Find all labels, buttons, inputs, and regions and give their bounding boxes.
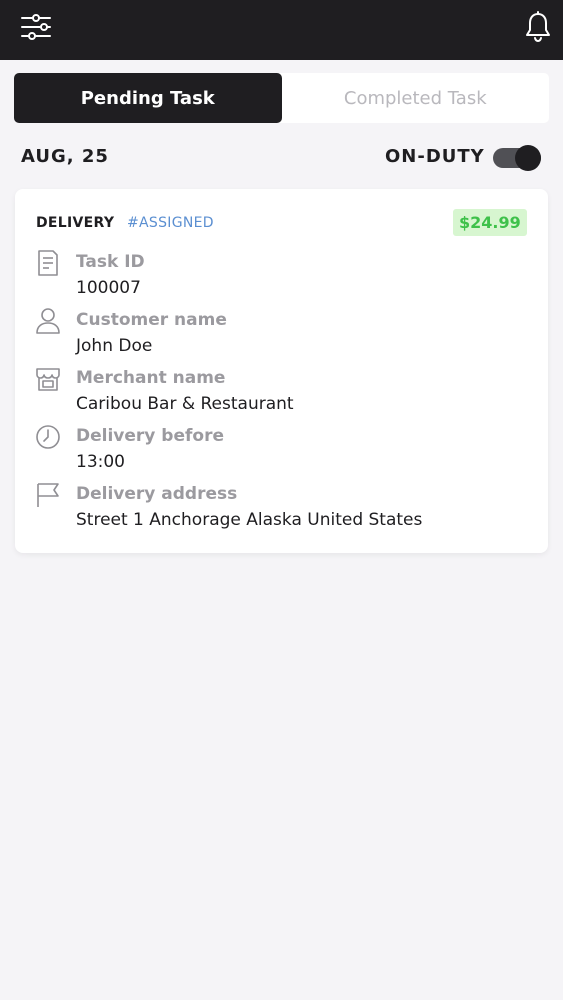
flag-icon [35,481,61,509]
clock-icon [35,423,61,451]
document-icon [35,249,61,277]
tab-completed-label: Completed Task [343,87,487,109]
task-price-badge: $24.99 [453,209,527,236]
delivery-before-label: Delivery before [76,426,224,446]
notifications-bell-icon[interactable] [524,11,552,43]
merchant-name-label: Merchant name [76,368,226,388]
merchant-name-value: Caribou Bar & Restaurant [76,394,294,414]
task-id-value: 100007 [76,278,141,298]
duty-status-label: ON-DUTY [385,146,485,167]
customer-row: Customer name John Doe [15,307,548,363]
delivery-address-row: Delivery address Street 1 Anchorage Alas… [15,481,548,537]
store-icon [35,365,61,393]
top-app-bar [0,0,563,60]
tab-pending-label: Pending Task [80,87,215,109]
user-icon [35,307,61,335]
filter-icon[interactable] [20,12,52,42]
delivery-address-label: Delivery address [76,484,238,504]
toggle-knob [515,145,541,171]
tab-pending-task[interactable]: Pending Task [14,73,282,123]
customer-name-label: Customer name [76,310,227,330]
delivery-address-value: Street 1 Anchorage Alaska United States [76,510,423,530]
task-tabs: Pending Task Completed Task [14,73,549,123]
delivery-before-row: Delivery before 13:00 [15,423,548,479]
task-card[interactable]: DELIVERY #ASSIGNED $24.99 Task ID 100007… [15,189,548,553]
merchant-row: Merchant name Caribou Bar & Restaurant [15,365,548,421]
date-label: AUG, 25 [21,146,109,167]
task-status-tag: #ASSIGNED [127,215,214,231]
task-id-row: Task ID 100007 [15,249,548,305]
delivery-before-value: 13:00 [76,452,125,472]
customer-name-value: John Doe [76,336,153,356]
task-type: DELIVERY [36,215,115,231]
task-id-label: Task ID [76,252,145,272]
on-duty-toggle[interactable] [493,145,543,171]
tab-completed-task[interactable]: Completed Task [282,73,550,123]
